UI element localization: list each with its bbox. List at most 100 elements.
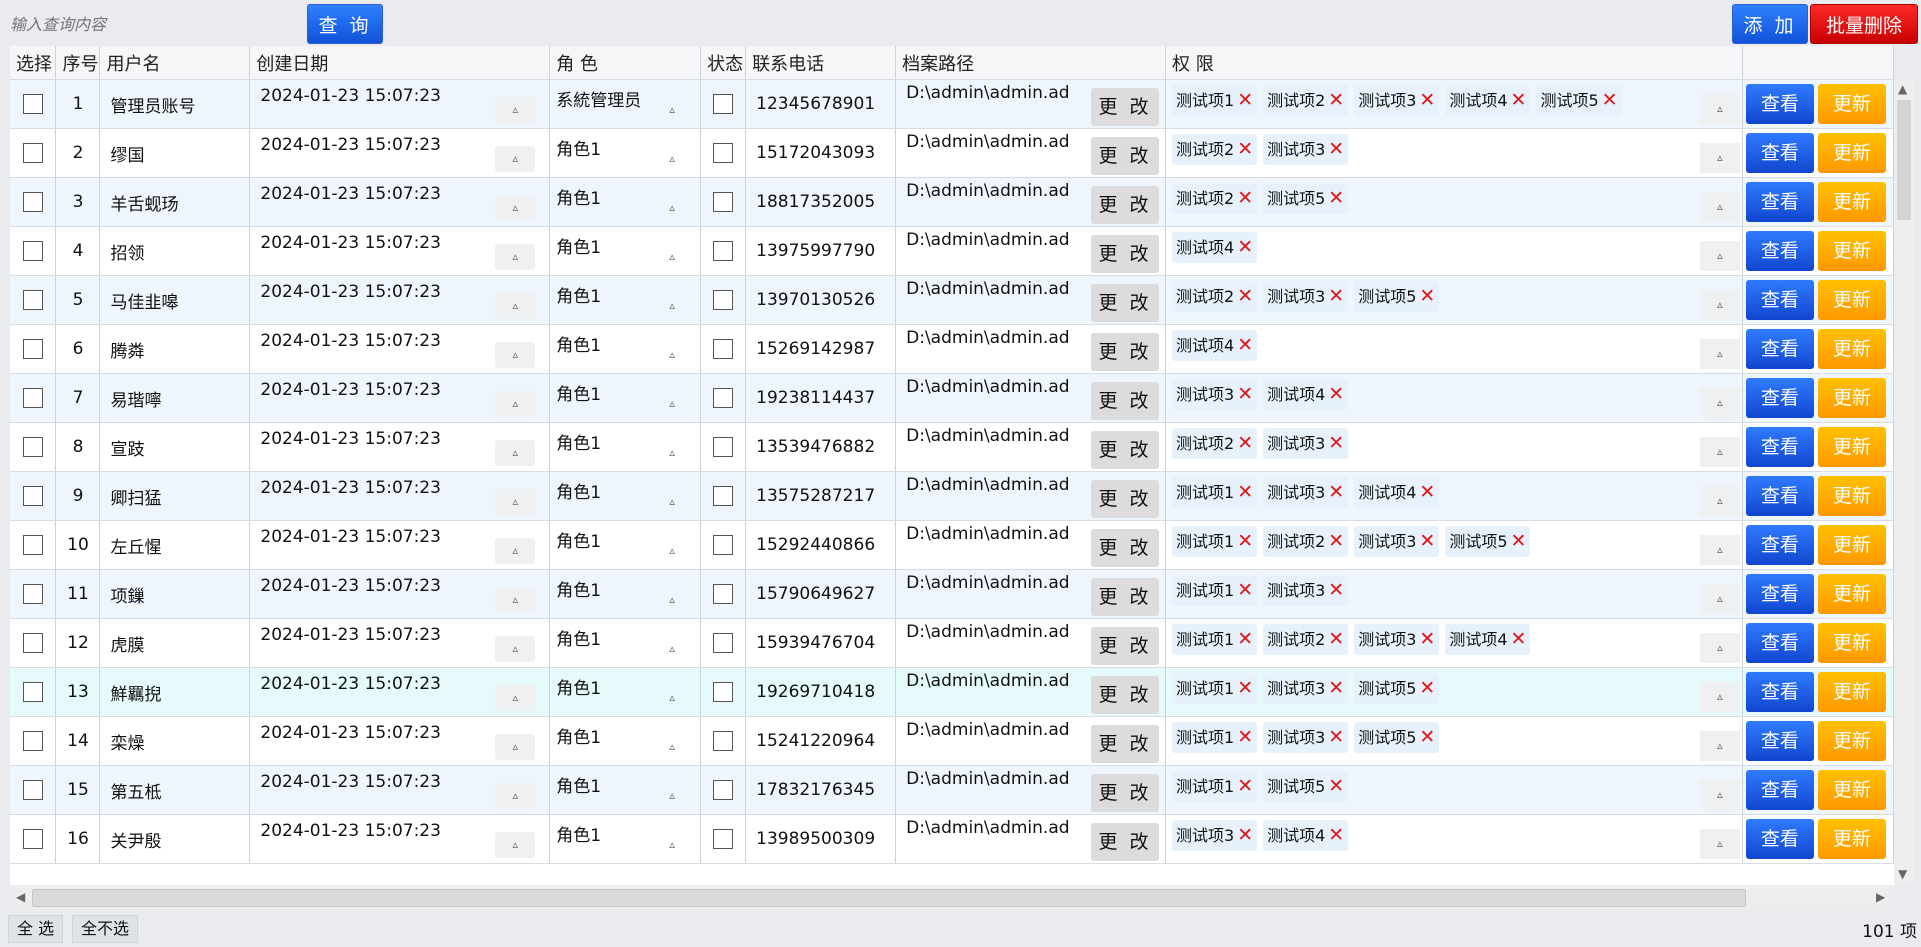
remove-permission-icon[interactable]: ✕ bbox=[1511, 530, 1527, 552]
col-created-date[interactable]: 创建日期 bbox=[249, 46, 551, 80]
date-picker-icon[interactable]: ▵ bbox=[495, 488, 536, 515]
username-cell[interactable]: 缪国 bbox=[99, 128, 251, 178]
table-row[interactable]: 16 关尹殷 2024-01-23 15:07:23 ▵ 角色1 ▵ 13989500309… bbox=[10, 814, 1894, 864]
created-date-cell[interactable]: 2024-01-23 15:07:23 bbox=[260, 331, 441, 351]
remove-permission-icon[interactable]: ✕ bbox=[1328, 285, 1344, 307]
file-path-cell[interactable]: D:\admin\admin.ad bbox=[906, 622, 1069, 642]
created-date-cell[interactable]: 2024-01-23 15:07:23 bbox=[260, 429, 441, 449]
role-dropdown-icon[interactable]: ▵ bbox=[662, 636, 682, 662]
status-checkbox[interactable] bbox=[713, 192, 734, 212]
status-checkbox[interactable] bbox=[713, 290, 734, 310]
change-path-button[interactable]: 更 改 bbox=[1091, 675, 1159, 714]
change-path-button[interactable]: 更 改 bbox=[1091, 528, 1159, 567]
row-select-checkbox[interactable] bbox=[22, 486, 43, 506]
created-date-cell[interactable]: 2024-01-23 15:07:23 bbox=[260, 576, 441, 596]
row-select-checkbox[interactable] bbox=[22, 192, 43, 212]
remove-permission-icon[interactable]: ✕ bbox=[1511, 89, 1527, 111]
select-none-button[interactable]: 全不选 bbox=[72, 915, 139, 943]
status-checkbox[interactable] bbox=[713, 829, 734, 849]
date-picker-icon[interactable]: ▵ bbox=[495, 684, 536, 711]
date-picker-icon[interactable]: ▵ bbox=[495, 831, 536, 858]
remove-permission-icon[interactable]: ✕ bbox=[1328, 579, 1344, 601]
role-select[interactable]: 角色1 bbox=[556, 483, 601, 503]
table-row[interactable]: 8 宣跂 2024-01-23 15:07:23 ▵ 角色1 ▵ 13539476882 D:… bbox=[10, 422, 1894, 472]
change-path-button[interactable]: 更 改 bbox=[1091, 87, 1159, 126]
role-dropdown-icon[interactable]: ▵ bbox=[662, 685, 682, 711]
file-path-cell[interactable]: D:\admin\admin.ad bbox=[906, 818, 1069, 838]
file-path-cell[interactable]: D:\admin\admin.ad bbox=[906, 720, 1069, 740]
file-path-cell[interactable]: D:\admin\admin.ad bbox=[906, 279, 1069, 299]
phone-cell[interactable]: 13539476882 bbox=[745, 422, 897, 472]
file-path-cell[interactable]: D:\admin\admin.ad bbox=[906, 475, 1069, 495]
update-button[interactable]: 更新 bbox=[1817, 231, 1886, 271]
remove-permission-icon[interactable]: ✕ bbox=[1237, 628, 1253, 650]
remove-permission-icon[interactable]: ✕ bbox=[1328, 677, 1344, 699]
created-date-cell[interactable]: 2024-01-23 15:07:23 bbox=[260, 184, 441, 204]
update-button[interactable]: 更新 bbox=[1817, 84, 1886, 124]
permission-dropdown-icon[interactable]: ▵ bbox=[1699, 289, 1740, 320]
change-path-button[interactable]: 更 改 bbox=[1091, 283, 1159, 322]
role-dropdown-icon[interactable]: ▵ bbox=[662, 244, 682, 270]
created-date-cell[interactable]: 2024-01-23 15:07:23 bbox=[260, 478, 441, 498]
role-select[interactable]: 角色1 bbox=[556, 581, 601, 601]
status-checkbox[interactable] bbox=[713, 682, 734, 702]
remove-permission-icon[interactable]: ✕ bbox=[1237, 187, 1253, 209]
remove-permission-icon[interactable]: ✕ bbox=[1511, 628, 1527, 650]
remove-permission-icon[interactable]: ✕ bbox=[1419, 89, 1435, 111]
date-picker-icon[interactable]: ▵ bbox=[495, 439, 536, 466]
file-path-cell[interactable]: D:\admin\admin.ad bbox=[906, 83, 1069, 103]
permission-dropdown-icon[interactable]: ▵ bbox=[1699, 240, 1740, 271]
change-path-button[interactable]: 更 改 bbox=[1091, 234, 1159, 273]
created-date-cell[interactable]: 2024-01-23 15:07:23 bbox=[260, 282, 441, 302]
username-cell[interactable]: 卿扫猛 bbox=[99, 471, 251, 521]
permission-dropdown-icon[interactable]: ▵ bbox=[1699, 730, 1740, 761]
remove-permission-icon[interactable]: ✕ bbox=[1419, 285, 1435, 307]
row-select-checkbox[interactable] bbox=[22, 682, 43, 702]
remove-permission-icon[interactable]: ✕ bbox=[1237, 383, 1253, 405]
file-path-cell[interactable]: D:\admin\admin.ad bbox=[906, 769, 1069, 789]
remove-permission-icon[interactable]: ✕ bbox=[1237, 775, 1253, 797]
phone-cell[interactable]: 13975997790 bbox=[745, 226, 897, 276]
col-status[interactable]: 状态 bbox=[700, 46, 747, 80]
role-dropdown-icon[interactable]: ▵ bbox=[662, 587, 682, 613]
update-button[interactable]: 更新 bbox=[1817, 280, 1886, 320]
col-username[interactable]: 用户名 bbox=[99, 46, 251, 80]
row-select-checkbox[interactable] bbox=[22, 143, 43, 163]
remove-permission-icon[interactable]: ✕ bbox=[1237, 677, 1253, 699]
permission-dropdown-icon[interactable]: ▵ bbox=[1699, 436, 1740, 467]
status-checkbox[interactable] bbox=[713, 731, 734, 751]
horizontal-scroll-thumb[interactable] bbox=[32, 889, 1746, 907]
phone-cell[interactable]: 13970130526 bbox=[745, 275, 897, 325]
table-row[interactable]: 7 易瑎嚀 2024-01-23 15:07:23 ▵ 角色1 ▵ 19238114437 D… bbox=[10, 373, 1894, 423]
role-select[interactable]: 系統管理员 bbox=[556, 91, 641, 111]
date-picker-icon[interactable]: ▵ bbox=[495, 390, 536, 417]
view-button[interactable]: 查看 bbox=[1745, 84, 1814, 124]
date-picker-icon[interactable]: ▵ bbox=[495, 292, 536, 319]
update-button[interactable]: 更新 bbox=[1817, 819, 1886, 859]
change-path-button[interactable]: 更 改 bbox=[1091, 724, 1159, 763]
col-index[interactable]: 序号 bbox=[55, 46, 101, 80]
created-date-cell[interactable]: 2024-01-23 15:07:23 bbox=[260, 135, 441, 155]
table-row[interactable]: 9 卿扫猛 2024-01-23 15:07:23 ▵ 角色1 ▵ 13575287217 D… bbox=[10, 471, 1894, 521]
update-button[interactable]: 更新 bbox=[1817, 133, 1886, 173]
role-dropdown-icon[interactable]: ▵ bbox=[662, 783, 682, 809]
username-cell[interactable]: 羊舌蚬玚 bbox=[99, 177, 251, 227]
remove-permission-icon[interactable]: ✕ bbox=[1328, 89, 1344, 111]
status-checkbox[interactable] bbox=[713, 388, 734, 408]
username-cell[interactable]: 易瑎嚀 bbox=[99, 373, 251, 423]
username-cell[interactable]: 栾燥 bbox=[99, 716, 251, 766]
view-button[interactable]: 查看 bbox=[1745, 525, 1814, 565]
scroll-up-icon[interactable]: ▲ bbox=[1898, 82, 1907, 96]
scroll-right-icon[interactable]: ▶ bbox=[1876, 890, 1885, 904]
role-select[interactable]: 角色1 bbox=[556, 385, 601, 405]
row-select-checkbox[interactable] bbox=[22, 731, 43, 751]
scroll-left-icon[interactable]: ◀ bbox=[16, 890, 25, 904]
view-button[interactable]: 查看 bbox=[1745, 623, 1814, 663]
query-button[interactable]: 查 询 bbox=[307, 4, 383, 44]
permission-dropdown-icon[interactable]: ▵ bbox=[1699, 338, 1740, 369]
status-checkbox[interactable] bbox=[713, 584, 734, 604]
date-picker-icon[interactable]: ▵ bbox=[495, 586, 536, 613]
phone-cell[interactable]: 13575287217 bbox=[745, 471, 897, 521]
remove-permission-icon[interactable]: ✕ bbox=[1328, 138, 1344, 160]
role-select[interactable]: 角色1 bbox=[556, 532, 601, 552]
